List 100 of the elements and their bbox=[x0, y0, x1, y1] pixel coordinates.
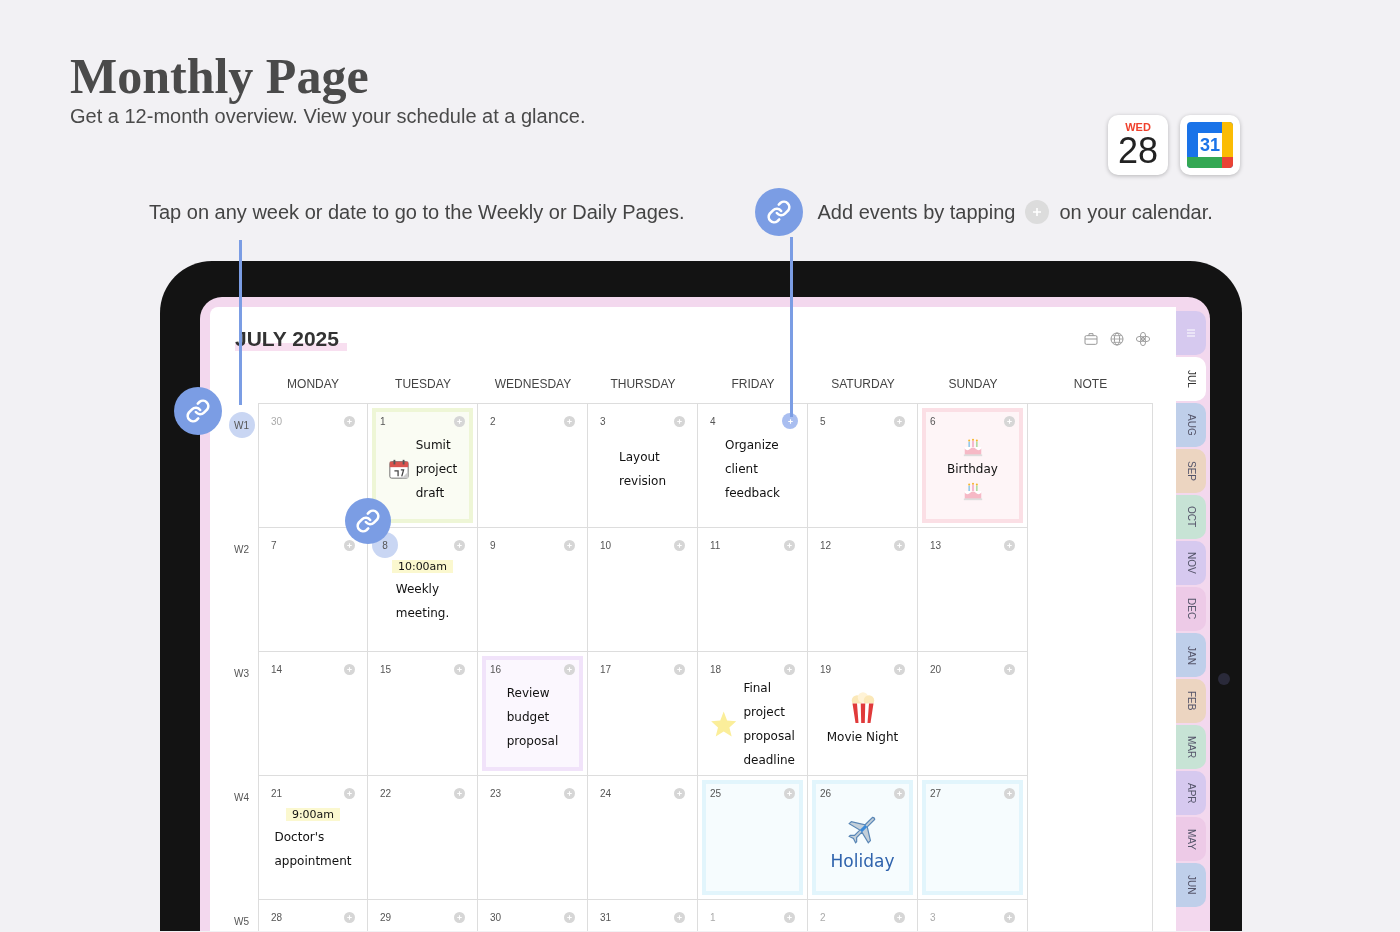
date-number[interactable]: 10 bbox=[600, 539, 612, 551]
date-number[interactable]: 5 bbox=[820, 415, 826, 427]
add-button[interactable] bbox=[344, 911, 355, 923]
week-label[interactable]: W3 bbox=[228, 660, 255, 686]
day-cell[interactable]: 25 bbox=[698, 776, 808, 900]
date-number[interactable]: 31 bbox=[600, 911, 612, 923]
date-number[interactable]: 28 bbox=[271, 911, 283, 923]
calendar-app-icon[interactable]: WED 28 bbox=[1108, 115, 1168, 175]
date-number[interactable]: 29 bbox=[380, 911, 392, 923]
calendar-app-icon[interactable]: 31 bbox=[1180, 115, 1240, 175]
date-number[interactable]: 12 bbox=[820, 539, 832, 551]
add-button[interactable] bbox=[894, 787, 905, 799]
date-number[interactable]: 6 bbox=[930, 415, 936, 427]
day-cell[interactable]: 12 bbox=[808, 528, 918, 652]
day-cell[interactable]: 2 bbox=[478, 404, 588, 528]
add-button[interactable] bbox=[454, 663, 465, 675]
month-tab[interactable]: FEB bbox=[1176, 679, 1206, 723]
date-number[interactable]: 24 bbox=[600, 787, 612, 799]
month-tab[interactable]: APR bbox=[1176, 771, 1206, 815]
add-button[interactable] bbox=[674, 911, 685, 923]
day-cell[interactable]: 31 bbox=[588, 900, 698, 931]
date-number[interactable]: 11 bbox=[710, 539, 721, 551]
add-button[interactable] bbox=[674, 663, 685, 675]
day-cell[interactable]: 19 Movie Night bbox=[808, 652, 918, 776]
day-cell[interactable]: 15 bbox=[368, 652, 478, 776]
month-tab[interactable]: SEP bbox=[1176, 449, 1206, 493]
add-button[interactable] bbox=[564, 787, 575, 799]
date-number[interactable]: 25 bbox=[710, 787, 722, 799]
day-cell[interactable]: 30 bbox=[478, 900, 588, 931]
month-tab[interactable]: DEC bbox=[1176, 587, 1206, 631]
day-cell[interactable]: 4 Organize client feedback bbox=[698, 404, 808, 528]
add-button[interactable] bbox=[674, 539, 685, 551]
add-button[interactable] bbox=[1004, 539, 1015, 551]
day-cell[interactable]: 1 Sumit project draft bbox=[368, 404, 478, 528]
date-number[interactable]: 1 bbox=[380, 415, 386, 427]
day-cell[interactable]: 9 bbox=[478, 528, 588, 652]
day-cell[interactable]: 28 bbox=[258, 900, 368, 931]
day-cell[interactable]: 14 bbox=[258, 652, 368, 776]
add-button[interactable] bbox=[782, 413, 798, 429]
date-number[interactable]: 23 bbox=[490, 787, 502, 799]
add-button[interactable] bbox=[894, 415, 905, 427]
date-number[interactable]: 14 bbox=[271, 663, 283, 675]
add-button[interactable] bbox=[784, 911, 795, 923]
month-tab[interactable]: MAY bbox=[1176, 817, 1206, 861]
date-number[interactable]: 20 bbox=[930, 663, 942, 675]
add-button[interactable] bbox=[454, 911, 465, 923]
add-button[interactable] bbox=[1004, 911, 1015, 923]
day-cell[interactable]: 3 Layout revision bbox=[588, 404, 698, 528]
add-button[interactable] bbox=[784, 663, 795, 675]
day-cell[interactable]: 10 bbox=[588, 528, 698, 652]
add-button[interactable] bbox=[894, 663, 905, 675]
day-cell[interactable]: 29 bbox=[368, 900, 478, 931]
day-cell[interactable]: 16 Review budget proposal bbox=[478, 652, 588, 776]
day-cell[interactable]: 22 bbox=[368, 776, 478, 900]
add-button[interactable] bbox=[1004, 663, 1015, 675]
add-button[interactable] bbox=[674, 787, 685, 799]
date-number[interactable]: 30 bbox=[490, 911, 502, 923]
menu-tab[interactable] bbox=[1176, 311, 1206, 355]
date-number[interactable]: 2 bbox=[490, 415, 496, 427]
day-cell[interactable]: 26 Holiday bbox=[808, 776, 918, 900]
date-number[interactable]: 27 bbox=[930, 787, 942, 799]
add-button[interactable] bbox=[894, 539, 905, 551]
date-number[interactable]: 26 bbox=[820, 787, 832, 799]
date-number[interactable]: 21 bbox=[271, 787, 283, 799]
add-button[interactable] bbox=[1004, 415, 1015, 427]
month-tab[interactable]: AUG bbox=[1176, 403, 1206, 447]
month-tab[interactable]: JAN bbox=[1176, 633, 1206, 677]
month-tab[interactable]: JUL bbox=[1176, 357, 1206, 401]
add-button[interactable] bbox=[454, 415, 465, 427]
date-number[interactable]: 13 bbox=[930, 539, 942, 551]
month-tab[interactable]: OCT bbox=[1176, 495, 1206, 539]
add-button[interactable] bbox=[344, 787, 355, 799]
week-label[interactable]: W2 bbox=[228, 536, 255, 562]
day-cell[interactable]: 18 Final project proposal deadline bbox=[698, 652, 808, 776]
day-cell[interactable]: 5 bbox=[808, 404, 918, 528]
add-button[interactable] bbox=[344, 415, 355, 427]
add-button[interactable] bbox=[564, 911, 575, 923]
date-number[interactable]: 22 bbox=[380, 787, 392, 799]
day-cell[interactable]: 24 bbox=[588, 776, 698, 900]
week-label[interactable]: W1 bbox=[228, 412, 255, 438]
date-number[interactable]: 16 bbox=[490, 663, 502, 675]
month-tab[interactable]: JUN bbox=[1176, 863, 1206, 907]
day-cell[interactable]: 17 bbox=[588, 652, 698, 776]
add-button[interactable] bbox=[784, 539, 795, 551]
month-tab[interactable]: NOV bbox=[1176, 541, 1206, 585]
date-number[interactable]: 19 bbox=[820, 663, 832, 675]
date-number[interactable]: 17 bbox=[600, 663, 612, 675]
day-cell[interactable]: 23 bbox=[478, 776, 588, 900]
day-cell[interactable]: 21 9:00am Doctor's appointment bbox=[258, 776, 368, 900]
week-label[interactable]: W4 bbox=[228, 784, 255, 810]
date-number[interactable]: 4 bbox=[710, 415, 716, 427]
add-button[interactable] bbox=[454, 539, 465, 551]
day-cell[interactable]: 11 bbox=[698, 528, 808, 652]
add-button[interactable] bbox=[564, 663, 575, 675]
date-number[interactable]: 7 bbox=[271, 539, 277, 551]
date-number[interactable]: 9 bbox=[490, 539, 496, 551]
day-cell[interactable]: 13 bbox=[918, 528, 1028, 652]
day-cell[interactable]: 27 bbox=[918, 776, 1028, 900]
add-button[interactable] bbox=[564, 415, 575, 427]
add-button[interactable] bbox=[1004, 787, 1015, 799]
